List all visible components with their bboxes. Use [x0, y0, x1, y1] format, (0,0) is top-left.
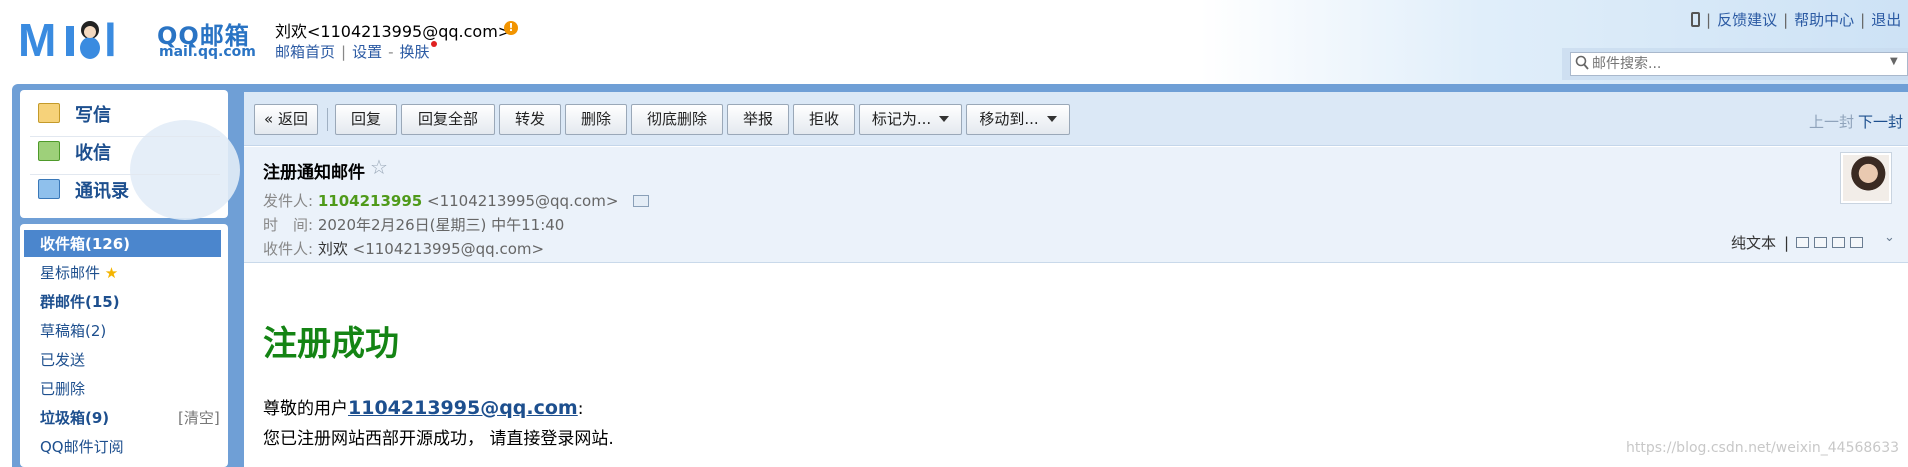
- account-name: 刘欢<1104213995@qq.com>: [275, 22, 512, 41]
- recipient-row: 收件人: 刘欢 <1104213995@qq.com>: [263, 238, 544, 259]
- time-label: 时 间:: [263, 216, 314, 234]
- star-icon: ★: [104, 264, 119, 282]
- move-to-label: 移动到...: [979, 110, 1039, 128]
- search-dropdown-icon[interactable]: ▼: [1890, 56, 1898, 67]
- folder-drafts[interactable]: 草稿箱(2): [40, 320, 106, 341]
- watermark: https://blog.csdn.net/weixin_44568633: [1626, 440, 1900, 456]
- reply-all-button[interactable]: 回复全部: [401, 104, 495, 135]
- sender-label: 发件人:: [263, 192, 314, 210]
- contact-card-icon[interactable]: [633, 195, 650, 207]
- toolbar-separator: [327, 108, 328, 131]
- greeting-prefix: 尊敬的用户: [263, 399, 348, 419]
- contacts-icon: [38, 179, 60, 199]
- caret-down-icon: [939, 116, 950, 122]
- compose-button[interactable]: 写信: [38, 99, 218, 129]
- avatar-image: [1843, 155, 1889, 201]
- recipient-label: 收件人:: [263, 240, 314, 258]
- inbox-download-icon: [38, 141, 60, 161]
- qq-penguin-decoration-icon: [130, 120, 240, 220]
- separator: |: [341, 43, 347, 61]
- sender-name[interactable]: 1104213995: [318, 192, 422, 210]
- compact-view-icon[interactable]: [1814, 237, 1827, 248]
- separator: |: [1783, 11, 1789, 29]
- top-right-links: | 反馈建议 | 帮助中心 | 退出: [1691, 9, 1901, 30]
- folder-group-mail[interactable]: 群邮件(15): [40, 291, 120, 312]
- separator: |: [1784, 234, 1790, 252]
- search-input[interactable]: [1592, 53, 1882, 75]
- folder-subscriptions[interactable]: QQ邮件订阅: [40, 436, 124, 457]
- sender-avatar[interactable]: [1840, 152, 1892, 204]
- svg-text:M: M: [18, 14, 56, 60]
- mail-body-text: 您已注册网站西部开源成功， 请直接登录网站.: [263, 429, 614, 449]
- mark-as-label: 标记为...: [871, 110, 932, 128]
- change-skin-link[interactable]: 换肤: [400, 43, 430, 61]
- expand-chevron-icon[interactable]: ⌄: [1884, 230, 1895, 245]
- compose-label: 写信: [75, 105, 111, 126]
- contacts-button[interactable]: 通讯录: [38, 175, 218, 205]
- move-to-dropdown[interactable]: 移动到...: [966, 104, 1070, 135]
- next-mail-link[interactable]: 下一封: [1858, 111, 1903, 132]
- previous-mail-link[interactable]: 上一封: [1809, 111, 1854, 132]
- caret-down-icon: [1046, 116, 1057, 122]
- account-links: 邮箱首页 | 设置 - 换肤: [275, 41, 437, 62]
- notification-dot-icon: [430, 41, 437, 47]
- sender-row: 发件人: 1104213995 <1104213995@qq.com>: [263, 190, 650, 211]
- recipient-name[interactable]: 刘欢: [318, 240, 348, 258]
- logo-text-en: mail.qq.com: [159, 44, 256, 60]
- settings-link[interactable]: 设置: [352, 43, 382, 61]
- svg-text:l: l: [104, 14, 117, 60]
- folder-sent[interactable]: 已发送: [40, 349, 85, 370]
- forward-button[interactable]: 转发: [499, 104, 561, 135]
- report-button[interactable]: 举报: [727, 104, 789, 135]
- empty-spam-link[interactable]: [清空]: [178, 407, 220, 428]
- sender-address: <1104213995@qq.com>: [427, 192, 619, 210]
- phone-icon[interactable]: [1691, 12, 1700, 27]
- mailbox-home-link[interactable]: 邮箱首页: [275, 43, 335, 61]
- contacts-label: 通讯录: [75, 181, 129, 202]
- separator: |: [1860, 11, 1866, 29]
- plain-text-link[interactable]: 纯文本 |: [1731, 232, 1789, 253]
- separator: -: [388, 43, 394, 61]
- time-value: 2020年2月26日(星期三) 中午11:40: [317, 216, 565, 234]
- star-toggle-icon[interactable]: ☆: [370, 155, 388, 179]
- plain-text-label: 纯文本: [1731, 234, 1777, 252]
- help-center-link[interactable]: 帮助中心: [1794, 11, 1854, 29]
- delete-button[interactable]: 删除: [565, 104, 627, 135]
- receive-mail-button[interactable]: 收信: [38, 137, 218, 167]
- permanent-delete-button[interactable]: 彻底删除: [631, 104, 723, 135]
- separator: |: [1706, 11, 1712, 29]
- exclamation-icon[interactable]: !: [504, 21, 518, 35]
- new-window-icon[interactable]: [1796, 237, 1809, 248]
- mail-body-greeting: 尊敬的用户1104213995@qq.com:: [263, 394, 583, 419]
- greeting-suffix: :: [577, 399, 584, 419]
- folder-spam[interactable]: 垃圾箱(9): [40, 407, 109, 428]
- logout-link[interactable]: 退出: [1871, 11, 1901, 29]
- folder-inbox[interactable]: 收件箱(126): [40, 233, 130, 254]
- mail-body-title: 注册成功: [263, 324, 399, 364]
- save-icon[interactable]: [1832, 237, 1845, 248]
- mail-tools: [1796, 234, 1868, 252]
- mail-subject: 注册通知邮件: [263, 163, 365, 183]
- reply-button[interactable]: 回复: [335, 104, 397, 135]
- qq-mail-logo-icon[interactable]: M l: [18, 14, 154, 60]
- recipient-address: <1104213995@qq.com>: [352, 240, 545, 258]
- receive-label: 收信: [75, 143, 111, 164]
- folder-starred[interactable]: 星标邮件 ★: [40, 262, 118, 283]
- folder-list: [20, 224, 228, 467]
- back-button[interactable]: « 返回: [254, 104, 318, 135]
- reject-button[interactable]: 拒收: [793, 104, 855, 135]
- user-email-link[interactable]: 1104213995@qq.com: [348, 397, 578, 419]
- folder-starred-label: 星标邮件: [40, 264, 101, 282]
- feedback-link[interactable]: 反馈建议: [1717, 11, 1777, 29]
- time-row: 时 间: 2020年2月26日(星期三) 中午11:40: [263, 214, 564, 235]
- search-icon[interactable]: [1575, 55, 1589, 71]
- mark-as-dropdown[interactable]: 标记为...: [859, 104, 962, 135]
- print-icon[interactable]: [1850, 237, 1863, 248]
- folder-deleted[interactable]: 已删除: [40, 378, 85, 399]
- compose-icon: [38, 103, 60, 123]
